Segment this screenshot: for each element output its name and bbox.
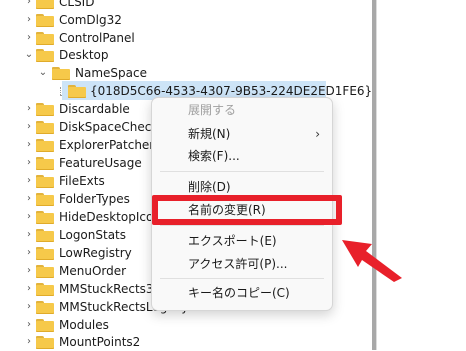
tree-item-label: FileExts <box>59 174 105 188</box>
chevron-right-icon[interactable]: › <box>24 226 34 244</box>
folder-open-icon <box>36 49 54 62</box>
chevron-right-icon[interactable]: › <box>24 172 34 190</box>
chevron-right-icon[interactable]: › <box>24 154 34 172</box>
folder-icon <box>68 85 86 98</box>
tree-item-label: ExplorerPatcher <box>59 138 155 152</box>
folder-icon <box>36 265 54 278</box>
chevron-right-icon[interactable]: › <box>24 208 34 226</box>
chevron-right-icon[interactable]: › <box>24 118 34 136</box>
tree-item-label: MenuOrder <box>59 264 127 278</box>
chevron-right-icon[interactable]: › <box>24 0 34 11</box>
folder-icon <box>36 175 54 188</box>
folder-icon <box>36 193 54 206</box>
tree-item-label: FeatureUsage <box>59 156 142 170</box>
folder-icon <box>36 103 54 116</box>
folder-icon <box>36 301 54 314</box>
submenu-arrow-icon: › <box>315 127 320 141</box>
folder-icon <box>36 157 54 170</box>
menu-item-delete[interactable]: 削除(D) <box>188 177 231 197</box>
folder-icon <box>36 336 54 349</box>
chevron-right-icon[interactable]: › <box>24 29 34 47</box>
chevron-right-icon[interactable]: › <box>24 298 34 316</box>
tree-item-label: MountPoints2 <box>59 335 141 349</box>
menu-separator <box>160 171 324 172</box>
menu-item-expand[interactable]: 展開する <box>188 100 236 120</box>
chevron-right-icon[interactable]: › <box>24 190 34 208</box>
tree-item-label: LogonStats <box>59 228 127 242</box>
folder-icon <box>36 0 54 9</box>
annotation-highlight-box <box>152 195 342 225</box>
chevron-down-icon[interactable]: ⌄ <box>24 46 34 64</box>
tree-item-label: LowRegistry <box>59 246 132 260</box>
tree-connector <box>60 87 61 95</box>
chevron-right-icon[interactable]: › <box>24 262 34 280</box>
chevron-right-icon[interactable]: › <box>24 244 34 262</box>
tree-item-label: MMStuckRects3 <box>59 282 154 296</box>
menu-item-export[interactable]: エクスポート(E) <box>188 231 277 251</box>
tree-item-label: FolderTypes <box>59 192 130 206</box>
folder-icon <box>36 229 54 242</box>
folder-icon <box>36 247 54 260</box>
menu-item-copy-key-name[interactable]: キー名のコピー(C) <box>188 283 290 303</box>
tree-item-label: Desktop <box>59 48 109 62</box>
folder-icon <box>36 211 54 224</box>
chevron-right-icon[interactable]: › <box>24 100 34 118</box>
tree-item-label: NameSpace <box>75 66 147 80</box>
menu-separator <box>160 225 324 226</box>
chevron-right-icon[interactable]: › <box>24 136 34 154</box>
chevron-right-icon[interactable]: › <box>24 333 34 351</box>
chevron-right-icon[interactable]: › <box>24 280 34 298</box>
folder-icon <box>36 121 54 134</box>
tree-item-label: Discardable <box>59 102 130 116</box>
chevron-down-icon[interactable]: ⌄ <box>38 64 48 82</box>
annotation-arrow-icon <box>342 240 402 282</box>
menu-item-new[interactable]: 新規(N) <box>188 124 230 144</box>
folder-icon <box>36 14 54 27</box>
menu-item-find[interactable]: 検索(F)... <box>188 146 240 166</box>
folder-icon <box>36 319 54 332</box>
chevron-right-icon[interactable]: › <box>24 11 34 29</box>
tree-item-label: ControlPanel <box>59 31 135 45</box>
tree-item-label: CLSID <box>59 0 95 9</box>
tree-item-label: ComDlg32 <box>59 13 122 27</box>
folder-icon <box>36 139 54 152</box>
tree-item-label: Modules <box>59 318 109 332</box>
pane-divider[interactable] <box>376 0 377 350</box>
folder-icon <box>36 32 54 45</box>
folder-open-icon <box>52 67 70 80</box>
menu-separator <box>160 278 324 279</box>
chevron-right-icon[interactable]: › <box>24 316 34 334</box>
menu-item-permissions[interactable]: アクセス許可(P)... <box>188 254 287 274</box>
folder-icon <box>36 283 54 296</box>
